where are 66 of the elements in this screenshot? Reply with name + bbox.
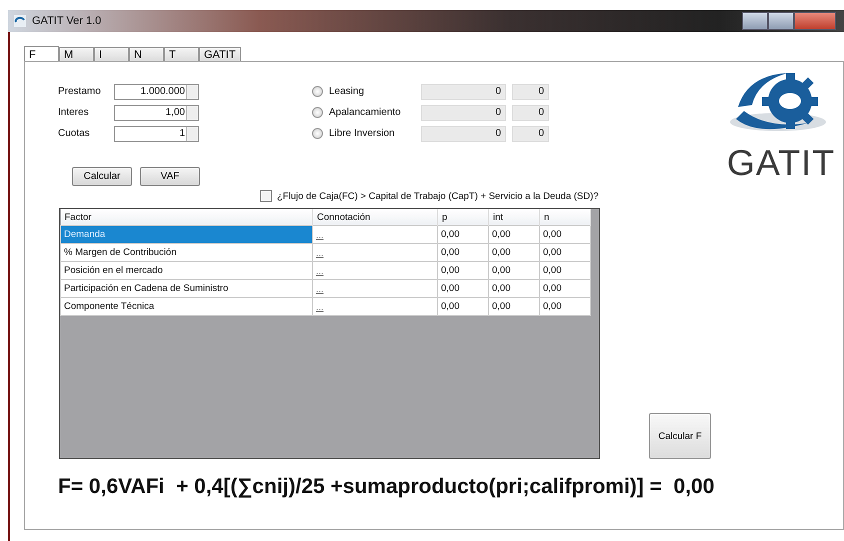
field-label: Interes [58,107,90,118]
table-cell: 0,00 [540,298,590,316]
ellipsis-link[interactable]: ... [312,280,438,298]
ellipsis-link[interactable]: ... [312,244,438,262]
readonly-field: 0 [512,126,549,142]
readonly-field: 0 [512,84,549,100]
checkbox[interactable] [260,190,272,202]
column-header[interactable]: int [488,209,540,226]
table-cell: 0,00 [540,280,590,298]
option-label: Leasing [329,86,366,97]
table-cell: 0,00 [540,226,590,244]
radio-button[interactable] [312,107,323,118]
minimize-button[interactable] [742,12,768,30]
tab[interactable]: T [164,47,199,61]
readonly-field: 0 [512,104,549,120]
action-button[interactable]: Calcular [72,167,132,186]
table-cell: 0,00 [488,226,540,244]
table-cell: 0,00 [488,280,540,298]
number-spinner[interactable]: 1,00 [114,104,199,120]
checkbox-label: ¿Flujo de Caja(FC) > Capital de Trabajo (CapT) + Servicio a la Deuda (SD)? [277,190,599,202]
ellipsis-link[interactable]: ... [312,298,438,316]
close-button[interactable] [794,12,836,30]
column-header[interactable]: Connotación [312,209,438,226]
action-button[interactable]: VAF [140,167,200,186]
number-spinner[interactable]: 1 [114,126,199,142]
ellipsis-link[interactable]: ... [312,262,438,280]
readonly-field: 0 [421,84,506,100]
column-header[interactable]: n [540,209,590,226]
tab[interactable]: N [129,47,164,61]
table-cell: 0,00 [488,262,540,280]
column-header[interactable]: Factor [60,209,312,226]
field-label: Cuotas [58,128,91,139]
table-cell: Componente Técnica [60,298,312,316]
table-cell: Participación en Cadena de Suministro [60,280,312,298]
table-cell: 0,00 [438,244,488,262]
readonly-field: 0 [421,126,506,142]
table-cell: 0,00 [438,226,488,244]
option-label: Libre Inversion [329,128,396,139]
column-header[interactable]: p [438,209,488,226]
tab[interactable]: M [59,47,94,61]
tab[interactable]: GATIT [199,47,241,61]
logo-text: GATIT [726,142,836,184]
table-cell: Posición en el mercado [60,262,312,280]
radio-button[interactable] [312,128,323,139]
field-label: Prestamo [58,86,102,97]
window-title: GATIT Ver 1.0 [32,15,102,27]
radio-button[interactable] [312,86,323,97]
tab[interactable]: F [24,46,59,62]
app-icon [14,15,26,27]
tab[interactable]: I [94,47,129,61]
formula-text: F= 0,6VAFi + 0,4[(∑cnij)/25 +sumaproducto(pri;califpromi)] = 0,00 [58,475,714,499]
table-cell: 0,00 [540,244,590,262]
table-cell: 0,00 [488,244,540,262]
table-cell: 0,00 [488,298,540,316]
table-cell: 0,00 [438,298,488,316]
table-cell: 0,00 [438,262,488,280]
table-cell: Demanda [60,226,312,244]
maximize-button[interactable] [768,12,794,30]
option-label: Apalancamiento [329,107,402,118]
table-cell: 0,00 [540,262,590,280]
readonly-field: 0 [421,104,506,120]
number-spinner[interactable]: 1.000.000 [114,84,199,100]
table-cell: 0,00 [438,280,488,298]
table-cell: % Margen de Contribución [60,244,312,262]
ellipsis-link[interactable]: ... [312,226,438,244]
calculate-button[interactable]: Calcular F [649,413,711,459]
